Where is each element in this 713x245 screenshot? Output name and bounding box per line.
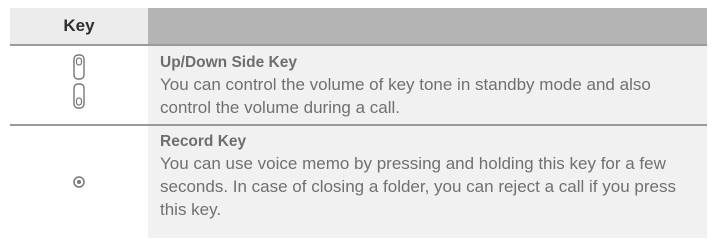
key-description: You can use voice memo by pressing and h… [160,154,676,219]
table-header: Key [10,8,707,46]
header-key-label: Key [10,8,148,44]
side-key-up-icon [73,53,85,80]
up-down-side-key-icon [73,53,85,109]
key-title: Up/Down Side Key [160,54,297,71]
table-row: Up/Down Side Key You can control the vol… [10,46,707,126]
key-cell [10,126,148,238]
header-description-label [148,8,707,44]
key-title: Record Key [160,133,247,150]
key-description: You can control the volume of key tone i… [160,75,651,117]
description-cell: Record Key You can use voice memo by pre… [148,126,707,238]
record-key-icon [73,176,85,188]
key-cell [10,46,148,124]
side-key-down-icon [73,82,85,109]
key-table: Key Up/Down Side Key You can control the… [10,8,707,238]
table-row: Record Key You can use voice memo by pre… [10,126,707,238]
description-cell: Up/Down Side Key You can control the vol… [148,46,707,124]
